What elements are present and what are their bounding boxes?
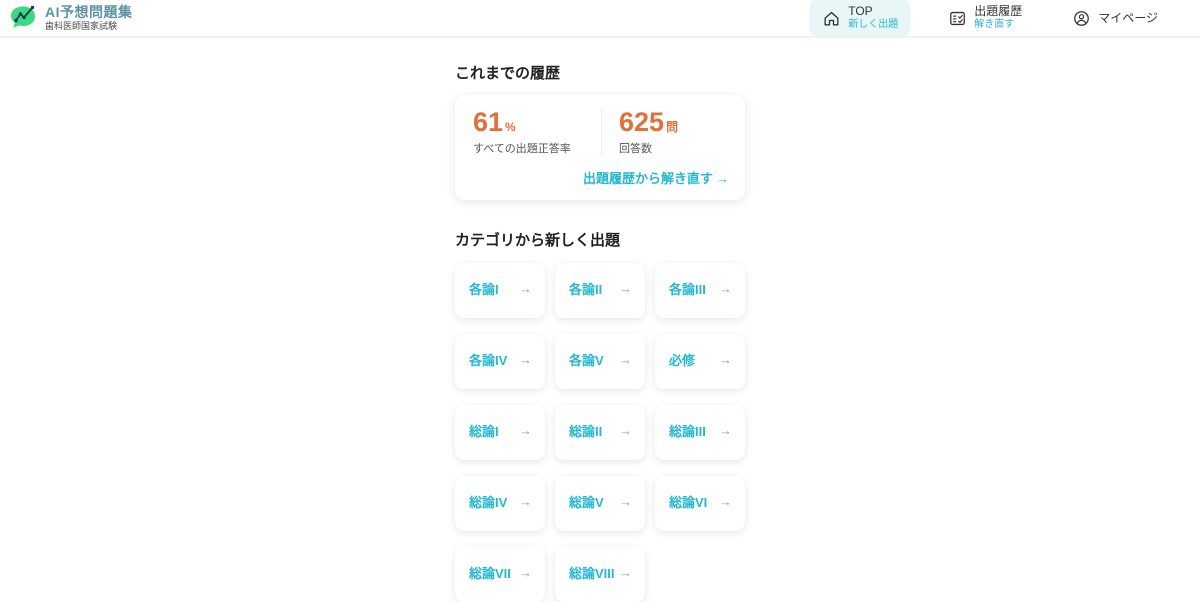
stat-answered-value: 625 <box>619 107 665 137</box>
category-label: 各論IV <box>469 353 508 369</box>
right-arrow-icon: → <box>619 423 632 439</box>
home-icon <box>824 11 839 26</box>
nav-item-history[interactable]: 出題履歴 解き直す <box>936 0 1034 36</box>
right-arrow-icon: → <box>719 352 732 368</box>
category-card-kakuron-4[interactable]: 各論IV → <box>455 334 545 390</box>
right-arrow-icon: → <box>519 423 532 439</box>
category-label: 総論VIII <box>569 566 615 582</box>
category-label: 総論VII <box>469 566 511 582</box>
category-label: 総論V <box>569 495 604 511</box>
category-card-kakuron-2[interactable]: 各論II → <box>555 263 645 319</box>
right-arrow-icon: → <box>619 281 632 297</box>
category-label: 各論V <box>569 353 604 369</box>
category-label: 各論II <box>569 282 603 298</box>
nav-history-texts: 出題履歴 解き直す <box>974 4 1022 32</box>
category-label: 必修 <box>669 353 696 369</box>
nav-top-sublabel: 新しく出題 <box>848 19 899 31</box>
category-card-souron-2[interactable]: 総論II → <box>555 405 645 461</box>
chat-bubble-chart-icon <box>11 5 35 28</box>
right-arrow-icon: → <box>519 352 532 368</box>
category-card-souron-5[interactable]: 総論V → <box>555 476 645 532</box>
nav-item-mypage[interactable]: マイページ <box>1060 5 1170 32</box>
nav-top-texts: TOP 新しく出題 <box>848 4 898 32</box>
stat-accuracy-label: すべての出題正答率 <box>473 143 571 156</box>
category-label: 総論IV <box>469 495 508 511</box>
category-card-hisshu[interactable]: 必修 → <box>655 334 745 390</box>
nav-history-sublabel: 解き直す <box>974 19 1015 31</box>
stat-accuracy-value: 61 <box>473 107 504 137</box>
app-logo[interactable]: AI予想問題集 歯科医師国家試験 <box>8 3 133 33</box>
app-title: AI予想問題集 <box>45 4 133 21</box>
stat-accuracy-unit: % <box>505 120 516 134</box>
stat-accuracy-value-line: 61% <box>473 108 601 136</box>
category-label: 各論I <box>469 282 499 298</box>
category-card-souron-4[interactable]: 総論IV → <box>455 476 545 532</box>
nav-mypage-texts: マイページ <box>1098 11 1158 26</box>
category-card-kakuron-1[interactable]: 各論I → <box>455 263 545 319</box>
right-arrow-icon: → <box>719 423 732 439</box>
category-card-souron-1[interactable]: 総論I → <box>455 405 545 461</box>
logo-text: AI予想問題集 歯科医師国家試験 <box>45 4 133 31</box>
right-arrow-icon: → <box>619 565 632 581</box>
stat-answered: 625 問 回答数 <box>601 108 729 157</box>
right-arrow-icon: → <box>519 281 532 297</box>
right-arrow-icon: → <box>716 171 729 187</box>
category-label: 各論III <box>669 282 706 298</box>
app-header: AI予想問題集 歯科医師国家試験 TOP 新しく出題 出題履歴 解き直す マイペ… <box>0 0 1200 37</box>
right-arrow-icon: → <box>619 352 632 368</box>
nav-mypage-label: マイページ <box>1098 10 1158 25</box>
stat-answered-value-line: 625 問 <box>619 108 729 136</box>
stat-accuracy: 61% すべての出題正答率 <box>473 108 601 156</box>
header-nav: TOP 新しく出題 出題履歴 解き直す マイページ <box>810 0 1170 36</box>
right-arrow-icon: → <box>719 494 732 510</box>
category-label: 総論VI <box>669 495 708 511</box>
stat-answered-label: 回答数 <box>619 143 652 156</box>
stats-row: 61% すべての出題正答率 625 問 回答数 <box>473 108 729 157</box>
right-arrow-icon: → <box>719 281 732 297</box>
nav-item-top[interactable]: TOP 新しく出題 <box>810 0 911 36</box>
category-label: 総論I <box>469 424 499 440</box>
right-arrow-icon: → <box>519 494 532 510</box>
retry-from-history-link[interactable]: 出題履歴から解き直す → <box>583 171 729 186</box>
category-card-souron-7[interactable]: 総論VII → <box>455 547 545 602</box>
category-grid: 各論I → 各論II → 各論III → 各論IV → 各論V → 必修 → 総… <box>455 263 745 602</box>
right-arrow-icon: → <box>619 494 632 510</box>
nav-top-label: TOP <box>848 4 873 19</box>
stats-link-row: 出題履歴から解き直す → <box>473 168 729 188</box>
history-stats-card: 61% すべての出題正答率 625 問 回答数 出題履歴から解き直す → <box>455 95 745 201</box>
account-circle-icon <box>1074 10 1090 26</box>
category-card-kakuron-3[interactable]: 各論III → <box>655 263 745 319</box>
app-subtitle: 歯科医師国家試験 <box>45 21 118 32</box>
stat-answered-unit: 問 <box>666 120 679 134</box>
category-section-heading: カテゴリから新しく出題 <box>455 232 621 250</box>
nav-history-label: 出題履歴 <box>974 4 1023 19</box>
history-section-heading: これまでの履歴 <box>455 65 561 82</box>
category-card-souron-3[interactable]: 総論III → <box>655 405 745 461</box>
right-arrow-icon: → <box>519 565 532 581</box>
history-checklist-icon <box>950 11 966 25</box>
main-content: これまでの履歴 61% すべての出題正答率 625 問 回答数 出題履歴から解き直… <box>455 37 745 602</box>
category-card-souron-6[interactable]: 総論VI → <box>655 476 745 532</box>
category-card-kakuron-5[interactable]: 各論V → <box>555 334 645 390</box>
category-label: 総論III <box>669 424 706 440</box>
retry-link-label: 出題履歴から解き直す <box>582 171 713 187</box>
category-card-souron-8[interactable]: 総論VIII → <box>555 547 645 602</box>
category-label: 総論II <box>569 424 603 440</box>
